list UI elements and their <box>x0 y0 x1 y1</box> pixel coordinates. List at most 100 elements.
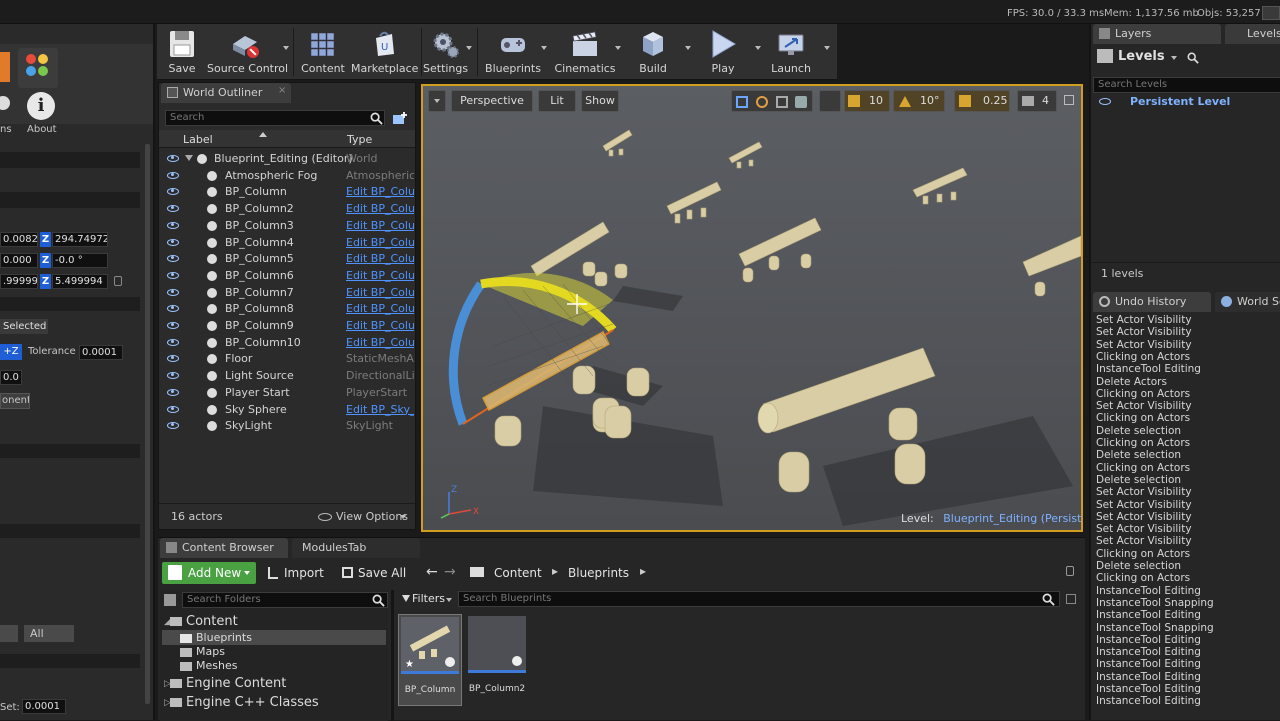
scrollbar[interactable] <box>145 144 150 704</box>
breadcrumb-content[interactable]: Content <box>494 566 542 580</box>
eye-icon[interactable] <box>167 255 179 263</box>
folder-item[interactable]: Maps <box>196 645 225 658</box>
folder-item[interactable]: Meshes <box>196 659 237 672</box>
edit-blueprint-link[interactable]: Edit BP_Colu <box>346 284 414 301</box>
eye-icon[interactable] <box>167 338 179 346</box>
outliner-row[interactable]: BP_Column4 Edit BP_Colu <box>159 234 415 251</box>
history-item[interactable]: Set Actor Visibility <box>1096 400 1192 412</box>
lit-button[interactable]: Lit <box>538 90 576 112</box>
history-item[interactable]: InstanceTool Editing <box>1096 695 1201 707</box>
filter-all-button[interactable]: All <box>24 625 74 642</box>
outliner-row[interactable]: BP_Column6 Edit BP_Colu <box>159 267 415 284</box>
forward-arrow-icon[interactable]: → <box>444 564 456 580</box>
eye-icon[interactable] <box>167 322 179 329</box>
modes-palette-icon[interactable] <box>18 48 58 88</box>
splitter[interactable] <box>391 590 394 721</box>
eye-icon[interactable] <box>1099 98 1111 105</box>
tab-modules[interactable]: ModulesTab <box>292 538 420 558</box>
chevron-down-icon[interactable] <box>541 46 547 50</box>
chevron-down-icon[interactable] <box>685 46 691 50</box>
history-item[interactable]: Clicking on Actors <box>1096 437 1190 449</box>
add-new-button[interactable]: Add New <box>162 562 256 584</box>
type-column-header[interactable]: Type <box>347 133 372 146</box>
outliner-row[interactable]: Atmospheric Fog AtmosphericF <box>159 167 415 184</box>
folder-item[interactable]: Content <box>186 614 238 629</box>
launch-button[interactable]: Launch <box>765 24 817 80</box>
source-control-button[interactable]: Source Control <box>207 24 288 80</box>
eye-icon[interactable] <box>167 422 179 430</box>
expand-arrow-icon[interactable] <box>185 155 193 161</box>
show-button[interactable]: Show <box>581 90 619 112</box>
value-field[interactable]: 0.0 <box>0 370 22 385</box>
edit-blueprint-link[interactable]: Edit BP_Colu <box>346 183 414 200</box>
outliner-row[interactable]: BP_Column3 Edit BP_Colu <box>159 217 415 234</box>
outliner-row[interactable]: BP_Column10 Edit BP_Colu <box>159 334 415 351</box>
eye-icon[interactable] <box>167 271 179 279</box>
history-item[interactable]: Set Actor Visibility <box>1096 511 1192 523</box>
eye-icon[interactable] <box>167 388 179 396</box>
persistent-level-item[interactable]: Persistent Level <box>1130 95 1230 108</box>
folder-item[interactable]: Blueprints <box>196 631 252 644</box>
levels-title[interactable]: Levels <box>1118 49 1165 64</box>
component-button[interactable]: onent <box>0 393 30 409</box>
history-item[interactable]: Delete Actors <box>1096 376 1167 388</box>
lock-icon[interactable] <box>114 276 122 286</box>
stats-toggle-button[interactable] <box>1262 6 1280 20</box>
asset-tile[interactable]: ★ BP_Column <box>398 614 462 706</box>
camera-speed-button[interactable]: 4 <box>1017 90 1057 112</box>
blueprints-button[interactable]: Blueprints <box>483 24 543 80</box>
history-item[interactable]: InstanceTool Editing <box>1096 609 1201 621</box>
history-item[interactable]: InstanceTool Editing <box>1096 671 1201 683</box>
eye-icon[interactable] <box>167 305 179 313</box>
grid-snap-button[interactable]: 10 <box>844 90 890 112</box>
scale-y-field[interactable]: .999999 <box>0 274 38 289</box>
filters-button[interactable]: Filters <box>398 590 454 608</box>
eye-icon[interactable] <box>167 372 179 380</box>
history-item[interactable]: Clicking on Actors <box>1096 412 1190 424</box>
outliner-row[interactable]: Player Start PlayerStart <box>159 384 415 401</box>
history-item[interactable]: Set Actor Visibility <box>1096 535 1192 547</box>
scale-icon[interactable] <box>776 96 788 108</box>
perspective-button[interactable]: Perspective <box>451 90 533 112</box>
offset-field[interactable]: 0.0001 <box>22 699 66 714</box>
location-x-field[interactable]: 0.00824 <box>0 232 38 247</box>
marketplace-button[interactable]: U Marketplace <box>351 24 418 80</box>
history-item[interactable]: Set Actor Visibility <box>1096 486 1192 498</box>
viewport-scene[interactable]: Z X <box>423 86 1081 530</box>
folder-item[interactable]: Engine Content <box>186 676 286 691</box>
outliner-row[interactable]: Blueprint_Editing (Editor) World <box>159 150 415 167</box>
tab-levels[interactable]: Levels <box>1225 24 1280 44</box>
outliner-row[interactable]: SkyLight SkyLight <box>159 417 415 434</box>
eye-icon[interactable] <box>167 155 179 162</box>
settings-button[interactable]: Settings <box>423 24 468 80</box>
search-folders-input[interactable]: Search Folders <box>182 592 388 608</box>
rotation-z-field[interactable]: -0.0 ° <box>52 253 108 268</box>
chevron-down-icon[interactable] <box>824 46 830 50</box>
edit-blueprint-link[interactable]: Edit BP_Colu <box>346 250 414 267</box>
history-item[interactable]: InstanceTool Editing <box>1096 683 1201 695</box>
tab-layers[interactable]: Layers <box>1093 24 1221 44</box>
viewport-options-button[interactable] <box>428 90 446 112</box>
eye-icon[interactable] <box>167 188 179 196</box>
eye-icon[interactable] <box>167 355 179 363</box>
outliner-row[interactable]: Sky Sphere Edit BP_Sky_ <box>159 401 415 418</box>
location-z-field[interactable]: 294.74972 <box>52 232 108 247</box>
cinematics-button[interactable]: Cinematics <box>551 24 619 80</box>
import-button[interactable]: Import <box>266 562 328 584</box>
label-column-header[interactable]: Label <box>183 133 213 146</box>
tolerance-field[interactable]: 0.0001 <box>79 345 123 360</box>
eye-icon[interactable] <box>167 205 179 213</box>
surface-snap-button[interactable] <box>819 90 841 112</box>
search-icon[interactable] <box>1187 52 1199 64</box>
outliner-row[interactable]: BP_Column Edit BP_Colu <box>159 183 415 200</box>
save-button[interactable]: Save <box>161 24 203 80</box>
maximize-icon[interactable] <box>1064 95 1074 105</box>
history-item[interactable]: InstanceTool Editing <box>1096 634 1201 646</box>
eye-icon[interactable] <box>167 405 179 413</box>
edit-blueprint-link[interactable]: Edit BP_Colu <box>346 317 414 334</box>
breadcrumb-blueprints[interactable]: Blueprints <box>568 566 629 580</box>
history-item[interactable]: Clicking on Actors <box>1096 388 1190 400</box>
history-item[interactable]: Set Actor Visibility <box>1096 523 1192 535</box>
chevron-down-icon[interactable] <box>400 515 406 519</box>
asset-tile[interactable]: BP_Column2 <box>466 614 530 706</box>
